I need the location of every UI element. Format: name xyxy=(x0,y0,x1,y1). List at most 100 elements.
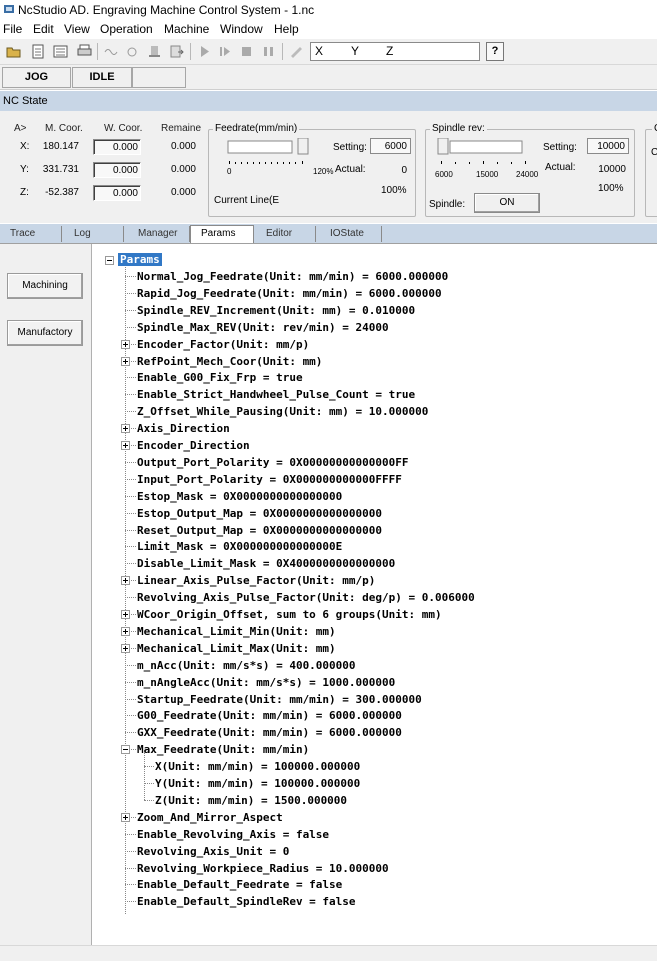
param-item[interactable]: m_nAngleAcc(Unit: mm/s*s) = 1000.000000 xyxy=(137,674,395,691)
param-item[interactable]: Reset_Output_Map = 0X0000000000000000 xyxy=(137,522,382,539)
expand-icon[interactable] xyxy=(121,424,130,434)
param-item[interactable]: Limit_Mask = 0X000000000000000E xyxy=(137,538,342,555)
title-bar: NcStudio AD. Engraving Machine Control S… xyxy=(0,0,657,20)
param-group[interactable]: Axis_Direction xyxy=(137,420,230,437)
param-subitem[interactable]: X(Unit: mm/min) = 100000.000000 xyxy=(155,758,360,775)
param-item[interactable]: Spindle_REV_Increment(Unit: mm) = 0.0100… xyxy=(137,302,415,319)
param-group[interactable]: WCoor_Origin_Offset, sum to 6 groups(Uni… xyxy=(137,606,442,623)
tab-iostate[interactable]: IOState xyxy=(320,226,382,242)
param-item[interactable]: Rapid_Jog_Feedrate(Unit: mm/min) = 6000.… xyxy=(137,285,442,302)
expand-icon[interactable] xyxy=(121,812,130,822)
toolbar-separator xyxy=(97,43,98,60)
expand-icon[interactable] xyxy=(121,626,130,636)
param-item[interactable]: Z_Offset_While_Pausing(Unit: mm) = 10.00… xyxy=(137,403,428,420)
param-group[interactable]: Encoder_Direction xyxy=(137,437,250,454)
expand-icon[interactable] xyxy=(121,643,130,653)
params-tree[interactable]: Params Normal_Jog_Feedrate(Unit: mm/min)… xyxy=(101,250,657,915)
param-group[interactable]: Mechanical_Limit_Max(Unit: mm) xyxy=(137,640,336,657)
expand-icon[interactable] xyxy=(121,339,130,349)
coordinate-field[interactable]: X Y Z xyxy=(310,42,480,61)
param-item[interactable]: Enable_Default_Feedrate = false xyxy=(137,876,342,893)
param-item[interactable]: Enable_Revolving_Axis = false xyxy=(137,826,329,843)
coord-x-label: X xyxy=(315,44,324,58)
param-item[interactable]: Enable_Default_SpindleRev = false xyxy=(137,893,356,910)
param-item[interactable]: Output_Port_Polarity = 0X00000000000000F… xyxy=(137,454,409,471)
tool-icon[interactable] xyxy=(288,43,305,60)
manufactory-button[interactable]: Manufactory xyxy=(7,320,83,346)
menu-operation[interactable]: Operation xyxy=(100,22,153,36)
pause-icon[interactable] xyxy=(260,43,277,60)
wave-icon[interactable] xyxy=(102,43,119,60)
tab-params[interactable]: Params xyxy=(190,225,254,243)
menu-machine[interactable]: Machine xyxy=(164,22,209,36)
param-group[interactable]: Max_Feedrate(Unit: mm/min) xyxy=(137,741,309,758)
param-group[interactable]: Linear_Axis_Pulse_Factor(Unit: mm/p) xyxy=(137,572,375,589)
menu-view[interactable]: View xyxy=(64,22,90,36)
param-subitem[interactable]: Y(Unit: mm/min) = 100000.000000 xyxy=(155,775,360,792)
param-item[interactable]: GXX_Feedrate(Unit: mm/min) = 6000.000000 xyxy=(137,724,402,741)
axis-x-label: X: xyxy=(20,141,30,152)
document-icon[interactable] xyxy=(30,43,47,60)
expand-icon[interactable] xyxy=(121,356,130,366)
menu-edit[interactable]: Edit xyxy=(33,22,54,36)
ncstate-title: NC State xyxy=(3,95,48,107)
param-group[interactable]: RefPoint_Mech_Coor(Unit: mm) xyxy=(137,353,322,370)
spindle-tick-15000: 15000 xyxy=(476,170,499,179)
param-item[interactable]: Normal_Jog_Feedrate(Unit: mm/min) = 6000… xyxy=(137,268,448,285)
tab-editor[interactable]: Editor xyxy=(256,226,316,242)
axis-x-mcoor: 180.147 xyxy=(42,141,79,152)
menu-window[interactable]: Window xyxy=(220,22,263,36)
spindle-setting-input[interactable]: 10000 xyxy=(587,138,629,154)
tree-connector xyxy=(125,546,136,548)
param-item[interactable]: m_nAcc(Unit: mm/s*s) = 400.000000 xyxy=(137,657,356,674)
zero-icon[interactable] xyxy=(146,43,163,60)
help-button[interactable]: ? xyxy=(486,42,504,61)
tab-trace[interactable]: Trace xyxy=(0,226,62,242)
param-item[interactable]: Enable_Strict_Handwheel_Pulse_Count = tr… xyxy=(137,386,415,403)
params-root[interactable]: Params xyxy=(118,251,162,268)
param-item[interactable]: Revolving_Axis_Pulse_Factor(Unit: deg/p)… xyxy=(137,589,475,606)
param-item[interactable]: G00_Feedrate(Unit: mm/min) = 6000.000000 xyxy=(137,707,402,724)
param-item[interactable]: Startup_Feedrate(Unit: mm/min) = 300.000… xyxy=(137,691,422,708)
menu-help[interactable]: Help xyxy=(274,22,299,36)
param-item[interactable]: Enable_G00_Fix_Frp = true xyxy=(137,369,303,386)
collapse-icon[interactable] xyxy=(121,745,130,755)
tab-log[interactable]: Log xyxy=(64,226,124,242)
param-item[interactable]: Disable_Limit_Mask = 0X4000000000000000 xyxy=(137,555,395,572)
expand-icon[interactable] xyxy=(121,576,130,586)
export-icon[interactable] xyxy=(168,43,185,60)
spindle-on-button[interactable]: ON xyxy=(474,193,540,213)
spindle-setting-label: Setting: xyxy=(543,142,577,153)
open-file-icon[interactable] xyxy=(5,43,22,60)
stop-icon[interactable] xyxy=(238,43,255,60)
param-subitem[interactable]: Z(Unit: mm/min) = 1500.000000 xyxy=(155,792,347,809)
expand-icon[interactable] xyxy=(121,610,130,619)
param-group[interactable]: Zoom_And_Mirror_Aspect xyxy=(137,809,283,826)
spindle-slider[interactable] xyxy=(436,138,536,168)
tree-connector xyxy=(125,326,136,328)
step-icon[interactable] xyxy=(216,43,233,60)
feedrate-setting-input[interactable]: 6000 xyxy=(370,138,411,154)
remain-col-header: Remaine xyxy=(161,123,202,134)
menu-file[interactable]: File xyxy=(3,22,22,36)
param-item[interactable]: Revolving_Workpiece_Radius = 10.000000 xyxy=(137,860,389,877)
list-icon[interactable] xyxy=(52,43,69,60)
root-collapse-icon[interactable] xyxy=(105,256,114,265)
param-group[interactable]: Encoder_Factor(Unit: mm/p) xyxy=(137,336,309,353)
expand-icon[interactable] xyxy=(121,441,130,450)
param-item[interactable]: Revolving_Axis_Unit = 0 xyxy=(137,843,289,860)
param-item[interactable]: Estop_Mask = 0X0000000000000000 xyxy=(137,488,342,505)
param-item[interactable]: Spindle_Max_REV(Unit: rev/min) = 24000 xyxy=(137,319,389,336)
machining-button[interactable]: Machining xyxy=(7,273,83,299)
menu-bar: File Edit View Operation Machine Window … xyxy=(0,20,657,39)
print-icon[interactable] xyxy=(76,43,93,60)
motor-icon[interactable] xyxy=(124,43,141,60)
feedrate-slider[interactable] xyxy=(226,138,316,168)
tab-manager[interactable]: Manager xyxy=(128,226,190,242)
toolbar-separator xyxy=(190,43,191,60)
param-item[interactable]: Estop_Output_Map = 0X0000000000000000 xyxy=(137,505,382,522)
param-item[interactable]: Input_Port_Polarity = 0X000000000000FFFF xyxy=(137,471,402,488)
play-icon[interactable] xyxy=(196,43,213,60)
tree-connector xyxy=(125,563,136,565)
param-group[interactable]: Mechanical_Limit_Min(Unit: mm) xyxy=(137,623,336,640)
